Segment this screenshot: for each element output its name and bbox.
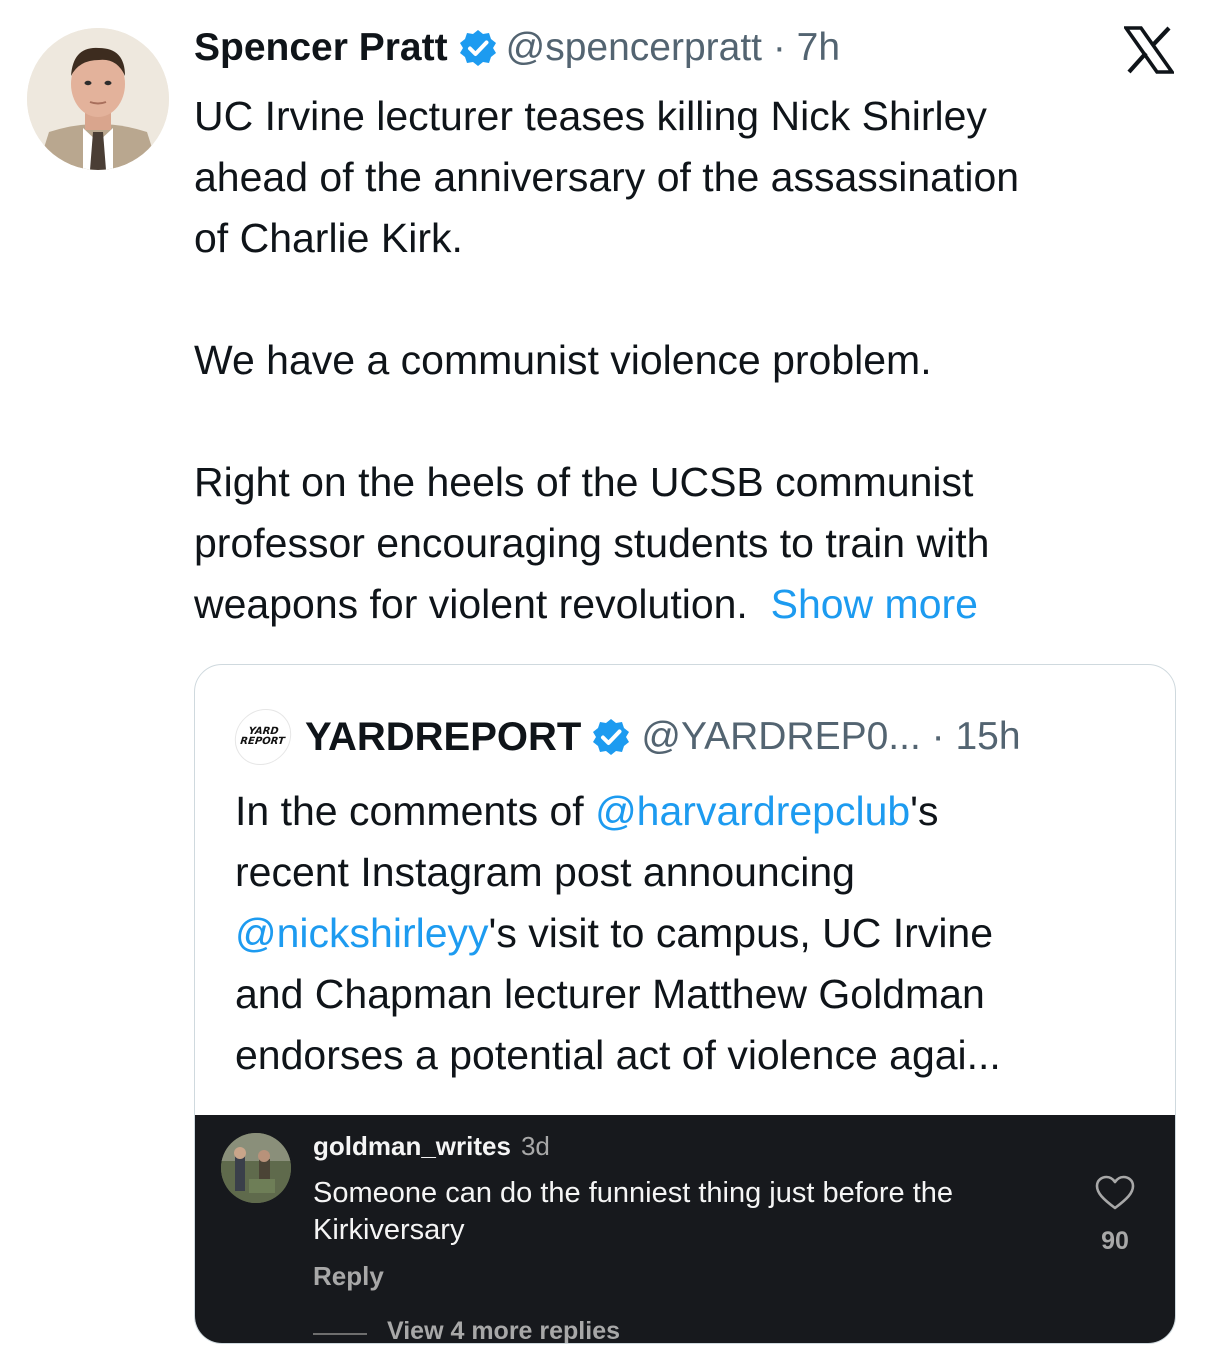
verified-badge-icon [591,717,631,757]
comment-text: Someone can do the funniest thing just b… [313,1177,954,1246]
profile-avatar[interactable] [27,28,169,170]
quoted-tweet-card[interactable]: YARD REPORT YARDREPORT @YARDREP0... · 15… [194,664,1176,1344]
quoted-author-name[interactable]: YARDREPORT [305,715,581,760]
tweet-header: Spencer Pratt @spencerpratt · 7h [194,18,840,78]
tweet-text: UC Irvine lecturer teases killing Nick S… [194,86,1184,635]
replies-divider [313,1333,367,1335]
quoted-tweet-text: In the comments of @harvardrepclub's rec… [235,781,1155,1086]
quote-text-part1: In the comments of [235,788,596,834]
logo-text-bottom: REPORT [239,736,286,747]
view-more-replies: View 4 more replies [387,1317,620,1344]
commenter-username: goldman_writes 3d [313,1131,550,1162]
commenter-name: goldman_writes [313,1131,511,1161]
mention-harvardrepclub[interactable]: @harvardrepclub [595,788,910,834]
x-logo-icon [1124,26,1174,74]
tweet-body: UC Irvine lecturer teases killing Nick S… [194,93,1020,627]
embedded-instagram-comment[interactable]: goldman_writes 3d Someone can do the funn… [195,1115,1175,1344]
show-more-link[interactable]: Show more [771,581,978,627]
quoted-handle-time[interactable]: @YARDREP0... · 15h [641,715,1020,759]
yardreport-logo: YARD REPORT [232,709,294,765]
comment-reply-label: Reply [313,1261,384,1291]
author-name[interactable]: Spencer Pratt [194,26,448,70]
comment-time: 3d [520,1131,550,1161]
verified-badge-icon [458,28,498,68]
commenter-avatar [221,1133,291,1203]
quoted-tweet-header: YARD REPORT YARDREPORT @YARDREP0... · 15… [232,709,1021,765]
author-handle-time[interactable]: @spencerpratt · 7h [506,26,840,70]
mention-nickshirleyy[interactable]: @nickshirleyy [235,910,489,956]
comment-like-count: 90 [1101,1227,1129,1255]
heart-icon [1095,1175,1135,1210]
